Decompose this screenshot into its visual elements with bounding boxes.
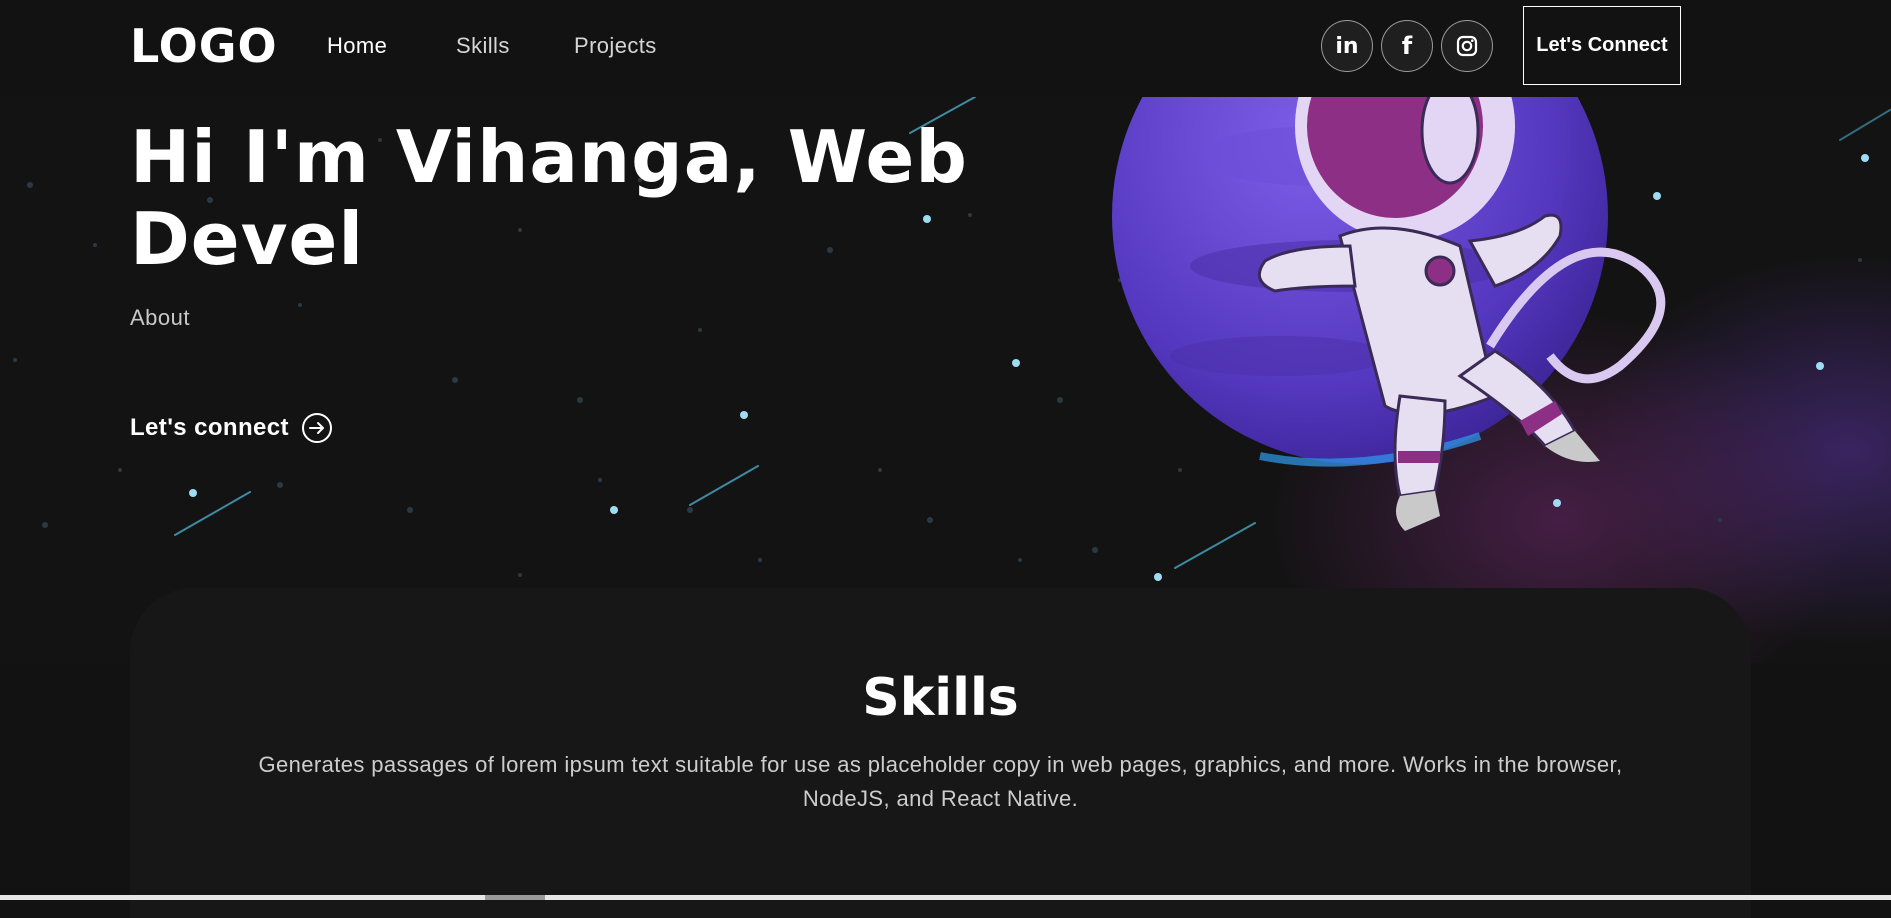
astronaut-illustration <box>1112 96 1666 531</box>
instagram-button[interactable] <box>1441 20 1493 72</box>
lets-connect-button[interactable]: Let's Connect <box>1523 6 1681 85</box>
scrollbar-thumb[interactable] <box>485 895 545 900</box>
logo[interactable]: LOGO <box>130 18 278 74</box>
banner-background <box>0 0 1891 663</box>
skills-title: Skills <box>862 668 1019 728</box>
hero-connect-label: Let's connect <box>130 414 289 441</box>
hero-about: About <box>130 305 190 330</box>
nav-link-skills[interactable]: Skills <box>456 33 510 59</box>
hero-title: Hi I'm Vihanga, Web Devel <box>130 115 968 281</box>
skills-description: Generates passages of lorem ipsum text s… <box>258 752 1623 811</box>
linkedin-icon: in <box>1335 33 1359 59</box>
navbar: LOGO Home Skills Projects in f Let's Con… <box>0 0 1891 97</box>
linkedin-button[interactable]: in <box>1321 20 1373 72</box>
horizontal-scrollbar[interactable] <box>0 895 1891 900</box>
arrow-right-circle-icon <box>301 413 332 443</box>
facebook-icon: f <box>1401 32 1413 60</box>
hero-connect-link[interactable]: Let's connect <box>130 412 333 444</box>
nav-link-home[interactable]: Home <box>327 33 387 59</box>
facebook-button[interactable]: f <box>1381 20 1433 72</box>
skills-section: Skills Generates passages of lorem ipsum… <box>130 588 1751 918</box>
nav-link-projects[interactable]: Projects <box>574 33 657 59</box>
instagram-icon <box>1456 35 1478 57</box>
